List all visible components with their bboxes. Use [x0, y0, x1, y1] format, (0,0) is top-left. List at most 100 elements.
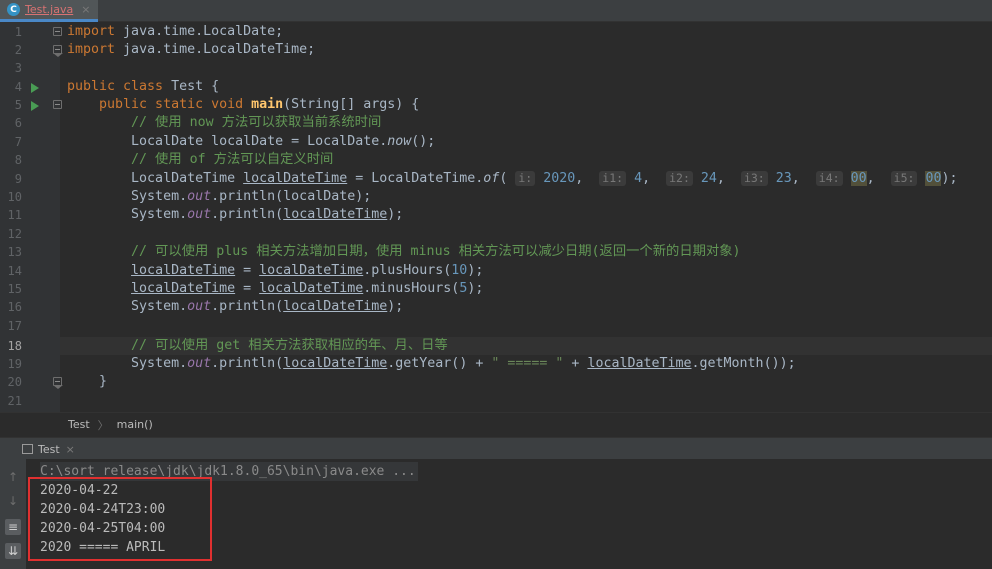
line-number: 3 — [14, 61, 22, 75]
code-text: (String[] args) { — [283, 97, 420, 112]
breadcrumb-class[interactable]: Test — [68, 418, 90, 431]
code-text: java.time.LocalDateTime; — [115, 42, 316, 57]
close-icon[interactable]: × — [81, 3, 90, 16]
code-line-4: public class Test { — [67, 78, 219, 96]
line-number: 19 — [7, 357, 22, 371]
code-text: .println( — [211, 299, 284, 314]
breadcrumb-method[interactable]: main() — [117, 418, 153, 431]
arrow-up-icon[interactable]: ↑ — [5, 469, 21, 485]
code-line-14: localDateTime = localDateTime.plusHours(… — [67, 262, 483, 280]
breadcrumb-separator: 〉 — [97, 418, 109, 432]
code-text: System. — [67, 299, 188, 314]
line-number: 12 — [7, 227, 22, 241]
code-text: .println(localDate); — [211, 189, 372, 204]
param-hint: i1: — [599, 171, 627, 186]
code-text: .minusHours( — [363, 281, 460, 296]
code-text: Test { — [163, 79, 220, 94]
code-text: .getMonth()); — [691, 356, 796, 371]
method-name: main — [251, 97, 284, 112]
run-tab-label: Test — [38, 442, 60, 456]
number: 2020 — [543, 171, 576, 186]
code-line-5: public static void main(String[] args) { — [67, 96, 419, 114]
scroll-to-end-icon[interactable]: ⇊ — [5, 543, 21, 559]
line-number: 2 — [14, 43, 22, 57]
keyword: public class — [67, 79, 164, 94]
code-line-19: System.out.println(localDateTime.getYear… — [67, 355, 796, 373]
line-number: 13 — [7, 245, 22, 259]
line-number: 9 — [14, 172, 22, 186]
fold-end-icon[interactable] — [53, 45, 63, 57]
console-toolbar: ↑ ↓ ≡ ⇊ — [0, 459, 26, 569]
breadcrumb: Test 〉 main() — [0, 412, 992, 436]
code-text: ); — [467, 281, 484, 296]
code-text: = — [235, 281, 260, 296]
run-class-icon[interactable] — [31, 83, 39, 93]
soft-wrap-icon[interactable]: ≡ — [5, 519, 21, 535]
fold-end-icon[interactable] — [53, 377, 63, 389]
code-text: ); — [467, 263, 484, 278]
code-text: System. — [67, 189, 188, 204]
number-warning: 00 — [850, 171, 867, 186]
variable: localDateTime — [283, 207, 388, 222]
code-text: = LocalDateTime. — [347, 171, 484, 186]
highlight-annotation-box — [28, 477, 212, 561]
variable: localDateTime — [131, 263, 236, 278]
variable: localDateTime — [587, 356, 692, 371]
line-number: 17 — [7, 319, 22, 333]
fold-icon[interactable] — [53, 27, 62, 36]
method-call: now — [387, 134, 412, 149]
line-number: 11 — [7, 208, 22, 222]
param-hint: i4: — [815, 171, 843, 186]
java-class-icon: C — [7, 3, 20, 16]
code-text: ); — [941, 171, 958, 186]
run-tool-window-header: Test × — [0, 437, 992, 459]
arrow-down-icon[interactable]: ↓ — [5, 493, 21, 509]
code-line-18-comment: // 可以使用 get 相关方法获取相应的年、月、日等 — [67, 338, 448, 353]
run-console[interactable]: ↑ ↓ ≡ ⇊ C:\sort release\jdk\jdk1.8.0_65\… — [0, 459, 992, 569]
code-line-13-comment: // 可以使用 plus 相关方法增加日期，使用 minus 相关方法可以减少日… — [67, 244, 741, 259]
code-line-8-comment: // 使用 of 方法可以自定义时间 — [67, 152, 334, 167]
number: 10 — [451, 263, 468, 278]
code-text: LocalDateTime — [67, 171, 244, 186]
code-text: .getYear() + — [387, 356, 492, 371]
run-main-icon[interactable] — [31, 101, 39, 111]
code-line-20: } — [67, 374, 108, 389]
keyword: import — [67, 42, 116, 57]
code-text: + — [563, 356, 588, 371]
param-hint: i2: — [666, 171, 693, 186]
param-hint: i3: — [740, 171, 768, 186]
fold-icon[interactable] — [53, 100, 62, 109]
line-number: 7 — [14, 135, 22, 149]
code-line-7: LocalDate localDate = LocalDate.now(); — [67, 133, 435, 151]
code-line-2: import java.time.LocalDateTime; — [67, 41, 315, 59]
code-text: ( — [499, 171, 516, 186]
keyword: public static void — [67, 97, 252, 112]
tab-run-test[interactable]: Test × — [0, 438, 90, 460]
code-line-1: import java.time.LocalDate; — [67, 23, 283, 41]
number: 23 — [775, 171, 792, 186]
code-line-11: System.out.println(localDateTime); — [67, 206, 403, 224]
code-line-10: System.out.println(localDate); — [67, 188, 371, 206]
tab-label: Test.java — [25, 3, 74, 16]
line-number: 10 — [7, 190, 22, 204]
code-text: .println( — [211, 356, 284, 371]
number-warning: 00 — [925, 171, 942, 186]
close-icon[interactable]: × — [66, 443, 75, 456]
code-line-9: LocalDateTime localDateTime = LocalDateT… — [67, 171, 958, 186]
param-hint: i5: — [890, 171, 918, 186]
code-editor[interactable]: 1 2 3 4 5 6 7 8 9 10 11 12 13 14 15 16 1… — [0, 22, 992, 412]
variable: localDateTime — [131, 281, 236, 296]
code-text: System. — [67, 356, 188, 371]
line-number: 1 — [14, 25, 22, 39]
gutter: 1 2 3 4 5 6 7 8 9 10 11 12 13 14 15 16 1… — [0, 22, 63, 412]
static-field: out — [187, 207, 212, 222]
line-number: 16 — [7, 300, 22, 314]
console-icon — [22, 444, 33, 454]
code-line-16: System.out.println(localDateTime); — [67, 298, 403, 316]
variable: localDateTime — [259, 263, 364, 278]
number: 4 — [634, 171, 643, 186]
code-text: System. — [67, 207, 188, 222]
tab-test-java[interactable]: C Test.java × — [0, 0, 98, 22]
code-text: (); — [411, 134, 436, 149]
